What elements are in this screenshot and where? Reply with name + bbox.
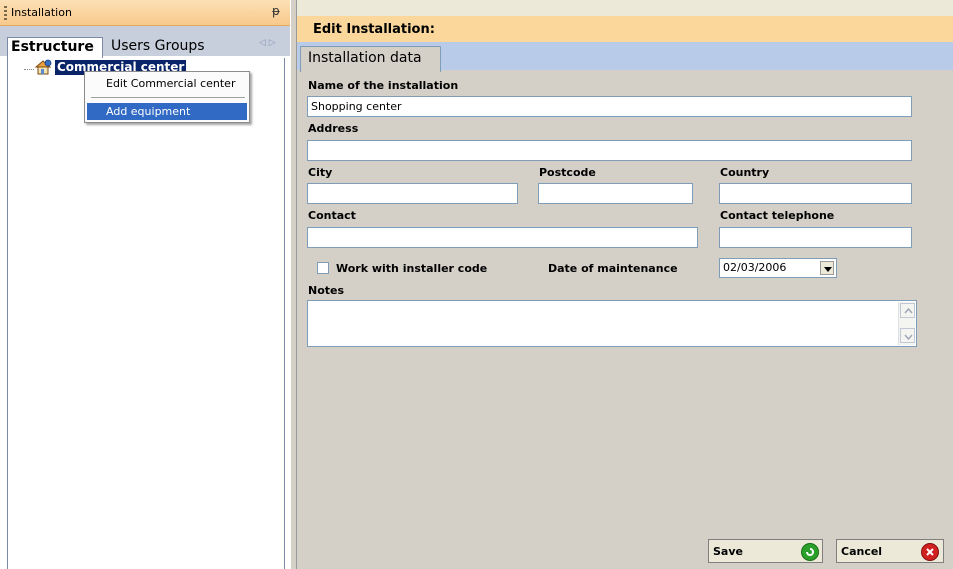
edit-title: Edit Installation: <box>313 22 435 37</box>
notes-scrollbar[interactable] <box>898 302 915 345</box>
city-input[interactable] <box>307 183 518 204</box>
installer-code-checkbox[interactable] <box>317 262 329 274</box>
chevron-down-icon[interactable] <box>900 328 915 343</box>
contact-telephone-input[interactable] <box>719 227 912 248</box>
left-panel-titlebar: Installation ᵽ <box>0 0 290 26</box>
menu-item-edit-commercial-center[interactable]: Edit Commercial center <box>91 76 245 92</box>
chevron-down-icon[interactable] <box>820 261 834 275</box>
date-maintenance-value: 02/03/2006 <box>723 261 787 274</box>
label-city: City <box>308 166 333 179</box>
chevron-up-icon[interactable] <box>900 303 915 318</box>
save-button-label: Save <box>713 545 743 558</box>
label-installer-code: Work with installer code <box>336 262 488 275</box>
building-icon[interactable] <box>33 58 53 76</box>
tab-estructure[interactable]: Estructure <box>7 37 103 59</box>
menu-item-add-equipment[interactable]: Add equipment <box>87 103 247 120</box>
cancel-button[interactable]: Cancel <box>836 539 944 563</box>
grip-icon[interactable] <box>4 6 7 20</box>
label-date-maintenance: Date of maintenance <box>548 262 678 275</box>
label-address: Address <box>308 122 359 135</box>
splitter[interactable] <box>290 0 297 569</box>
context-menu: Edit Commercial center Add equipment <box>84 71 250 123</box>
label-country: Country <box>720 166 770 179</box>
refresh-icon <box>801 543 819 561</box>
notes-textarea[interactable] <box>307 300 917 347</box>
label-contact: Contact <box>308 209 356 222</box>
tab-users-groups[interactable]: Users Groups <box>108 37 228 59</box>
menu-separator <box>91 97 245 98</box>
address-input[interactable] <box>307 140 912 161</box>
date-maintenance-select[interactable]: 02/03/2006 <box>719 258 837 278</box>
name-input[interactable]: Shopping center <box>307 96 912 117</box>
tab-scroll-arrows[interactable]: ◁ ▷ <box>259 38 276 48</box>
tab-installation-data[interactable]: Installation data <box>300 46 441 72</box>
label-notes: Notes <box>308 284 345 297</box>
tree-view <box>7 58 285 569</box>
country-input[interactable] <box>719 183 912 204</box>
label-name: Name of the installation <box>308 79 459 92</box>
label-contact-telephone: Contact telephone <box>720 209 835 222</box>
contact-input[interactable] <box>307 227 698 248</box>
left-panel-title: Installation <box>11 6 72 19</box>
cancel-button-label: Cancel <box>841 545 883 558</box>
edit-panel-top-strip <box>297 0 953 16</box>
close-icon <box>921 543 939 561</box>
save-button[interactable]: Save <box>708 539 823 563</box>
pin-icon[interactable]: ᵽ <box>272 4 280 18</box>
postcode-input[interactable] <box>538 183 693 204</box>
label-postcode: Postcode <box>539 166 596 179</box>
